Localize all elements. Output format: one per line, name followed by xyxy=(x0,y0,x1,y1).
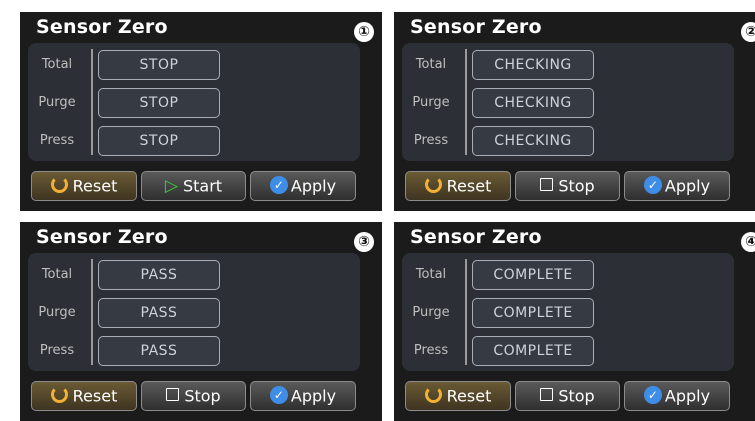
reset-button[interactable]: Reset xyxy=(31,171,137,201)
check-icon: ✓ xyxy=(269,175,288,194)
play-icon: ▷ xyxy=(164,175,178,196)
status-purge: STOP xyxy=(98,88,220,118)
row-label-purge: Purge xyxy=(38,305,76,320)
row-label-purge: Purge xyxy=(412,305,450,320)
panel-title: Sensor Zero xyxy=(410,16,542,38)
sensor-zero-panel-1: Sensor Zero ① Total Purge Press STOP STO… xyxy=(20,12,382,211)
panel-title: Sensor Zero xyxy=(36,16,168,38)
start-button[interactable]: ▷ Start xyxy=(141,171,246,201)
apply-button[interactable]: ✓ Apply xyxy=(624,171,730,201)
stop-label: Stop xyxy=(558,386,595,406)
status-total: COMPLETE xyxy=(472,260,594,290)
status-total: STOP xyxy=(98,50,220,80)
stop-icon xyxy=(166,388,180,401)
step-badge: ② xyxy=(741,22,755,42)
apply-button[interactable]: ✓ Apply xyxy=(624,381,730,411)
row-label-total: Total xyxy=(415,57,447,72)
apply-button[interactable]: ✓ Apply xyxy=(250,171,356,201)
check-icon: ✓ xyxy=(269,385,288,404)
reset-button[interactable]: Reset xyxy=(405,171,511,201)
step-badge: ① xyxy=(354,22,374,42)
apply-button[interactable]: ✓ Apply xyxy=(250,381,356,411)
row-label-press: Press xyxy=(413,343,449,358)
reset-icon xyxy=(50,386,68,403)
divider xyxy=(91,49,93,155)
status-total: PASS xyxy=(98,260,220,290)
panel-title: Sensor Zero xyxy=(410,226,542,248)
row-label-purge: Purge xyxy=(412,95,450,110)
apply-label: Apply xyxy=(290,386,337,406)
reset-label: Reset xyxy=(72,176,118,196)
apply-label: Apply xyxy=(290,176,337,196)
status-list: Total Purge Press CHECKING CHECKING CHEC… xyxy=(402,43,734,161)
row-label-total: Total xyxy=(415,267,447,282)
status-list: Total Purge Press COMPLETE COMPLETE COMP… xyxy=(402,253,734,371)
sensor-zero-panel-3: Sensor Zero ③ Total Purge Press PASS PAS… xyxy=(20,222,382,421)
status-press: COMPLETE xyxy=(472,336,594,366)
reset-button[interactable]: Reset xyxy=(405,381,511,411)
step-badge: ④ xyxy=(741,232,755,252)
status-press: PASS xyxy=(98,336,220,366)
status-press: STOP xyxy=(98,126,220,156)
reset-label: Reset xyxy=(446,176,492,196)
row-label-purge: Purge xyxy=(38,95,76,110)
status-press: CHECKING xyxy=(472,126,594,156)
apply-label: Apply xyxy=(664,386,711,406)
divider xyxy=(465,259,467,365)
status-purge: PASS xyxy=(98,298,220,328)
row-label-total: Total xyxy=(41,57,73,72)
reset-label: Reset xyxy=(446,386,492,406)
row-label-total: Total xyxy=(41,267,73,282)
reset-icon xyxy=(50,176,68,193)
step-badge: ③ xyxy=(354,232,374,252)
reset-button[interactable]: Reset xyxy=(31,381,137,411)
stop-button[interactable]: Stop xyxy=(515,171,620,201)
stop-button[interactable]: Stop xyxy=(141,381,246,411)
reset-label: Reset xyxy=(72,386,118,406)
divider xyxy=(91,259,93,365)
status-list: Total Purge Press PASS PASS PASS xyxy=(28,253,360,371)
divider xyxy=(465,49,467,155)
panel-title: Sensor Zero xyxy=(36,226,168,248)
stop-label: Stop xyxy=(184,386,221,406)
status-total: CHECKING xyxy=(472,50,594,80)
status-list: Total Purge Press STOP STOP STOP xyxy=(28,43,360,161)
row-label-press: Press xyxy=(39,343,75,358)
stop-button[interactable]: Stop xyxy=(515,381,620,411)
stop-icon xyxy=(540,178,554,191)
sensor-zero-panel-4: Sensor Zero ④ Total Purge Press COMPLETE… xyxy=(394,222,755,421)
status-purge: CHECKING xyxy=(472,88,594,118)
row-label-press: Press xyxy=(39,133,75,148)
stop-icon xyxy=(540,388,554,401)
check-icon: ✓ xyxy=(643,175,662,194)
reset-icon xyxy=(424,386,442,403)
apply-label: Apply xyxy=(664,176,711,196)
sensor-zero-panel-2: Sensor Zero ② Total Purge Press CHECKING… xyxy=(394,12,755,211)
row-label-press: Press xyxy=(413,133,449,148)
status-purge: COMPLETE xyxy=(472,298,594,328)
check-icon: ✓ xyxy=(643,385,662,404)
reset-icon xyxy=(424,176,442,193)
start-label: Start xyxy=(182,176,223,196)
stop-label: Stop xyxy=(558,176,595,196)
